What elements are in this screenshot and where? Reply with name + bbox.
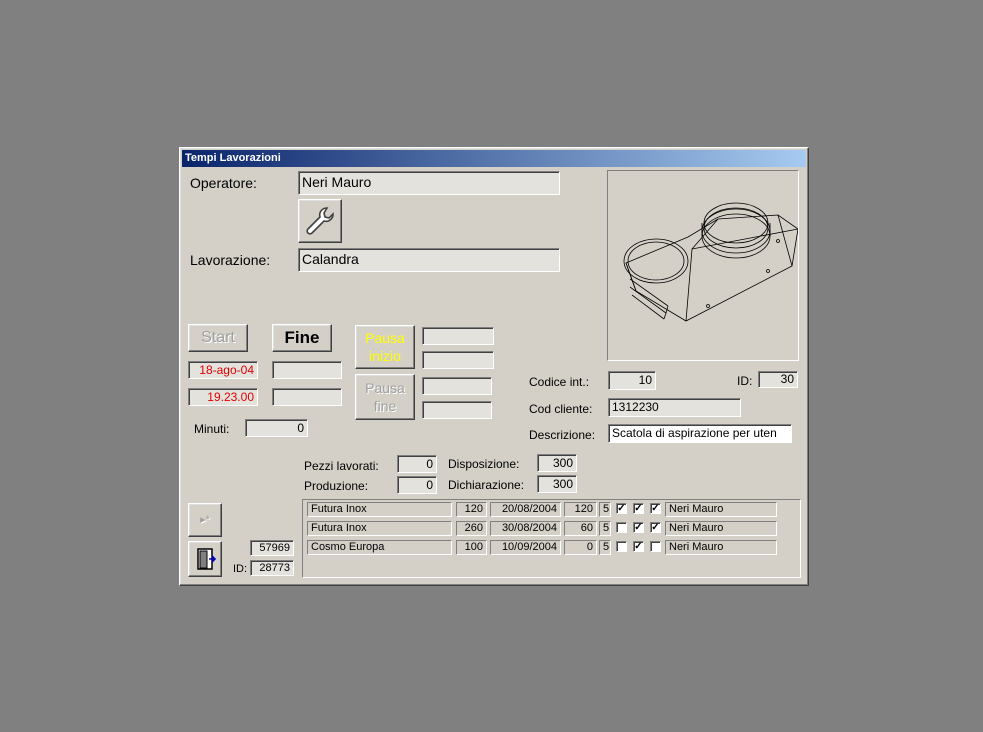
table-row: Futura Inox 260 30/08/2004 60 5 Neri Mauro ✓ ✓: [303, 521, 800, 538]
exit-button[interactable]: [188, 541, 222, 577]
select-lavorazione-button[interactable]: [298, 199, 342, 243]
cell-qty2[interactable]: 0: [564, 540, 597, 555]
product-drawing: [623, 202, 799, 322]
cell-data[interactable]: 20/08/2004: [490, 502, 561, 517]
pausa-fine-button[interactable]: Pausa fine: [355, 374, 415, 420]
table-row: Cosmo Europa 100 10/09/2004 0 5 Neri Mauro ✓: [303, 540, 800, 557]
codice-int-field[interactable]: 10: [608, 371, 656, 390]
cell-operatore[interactable]: Neri Mauro: [665, 521, 777, 536]
cell-n[interactable]: 5: [599, 521, 611, 536]
pausa-inizio-button[interactable]: Pausa inizio: [355, 325, 415, 369]
minuti-field[interactable]: 0: [245, 419, 308, 437]
wrench-icon: [306, 207, 334, 235]
product-id-field[interactable]: 30: [758, 371, 798, 388]
record-id-label: ID:: [233, 563, 248, 575]
cell-n[interactable]: 5: [599, 502, 611, 517]
start-date-field[interactable]: 18-ago-04: [188, 361, 258, 379]
tempi-lavorazioni-window: Tempi Lavorazioni Operatore: Neri Mauro …: [179, 147, 809, 586]
checkbox-c2[interactable]: ✓: [633, 522, 644, 533]
window-title: Tempi Lavorazioni: [182, 150, 806, 167]
new-record-icon: ▸*: [200, 514, 210, 526]
checkbox-c2[interactable]: ✓: [633, 503, 644, 514]
start-time-field[interactable]: 19.23.00: [188, 388, 258, 406]
cell-qty[interactable]: 260: [456, 521, 487, 536]
lavorazioni-subform: Futura Inox 120 20/08/2004 120 5 Neri Mauro ✓ ✓…: [302, 499, 801, 578]
exit-door-icon: [197, 548, 217, 570]
checkbox-c1[interactable]: ✓: [616, 503, 627, 514]
pausa-inizio-field-1[interactable]: [422, 327, 494, 345]
produzione-field[interactable]: 0: [397, 476, 437, 494]
cell-qty2[interactable]: 120: [564, 502, 597, 517]
checkbox-c2[interactable]: ✓: [633, 541, 644, 552]
cod-cliente-label: Cod cliente:: [529, 402, 593, 416]
pezzi-lavorati-field[interactable]: 0: [397, 455, 437, 473]
pausa-inizio-label-2: inizio: [369, 348, 401, 364]
produzione-label: Produzione:: [304, 479, 369, 493]
descrizione-field[interactable]: Scatola di aspirazione per uten: [608, 424, 792, 443]
codice-int-label: Codice int.:: [529, 375, 590, 389]
cell-qty[interactable]: 120: [456, 502, 487, 517]
pausa-fine-label-1: Pausa: [365, 380, 405, 396]
dichiarazione-field[interactable]: 300: [537, 475, 577, 493]
cell-cliente[interactable]: Cosmo Europa: [307, 540, 452, 555]
cell-cliente[interactable]: Futura Inox: [307, 521, 452, 536]
start-button[interactable]: Start: [188, 324, 248, 352]
disposizione-field[interactable]: 300: [537, 454, 577, 472]
lavorazione-label: Lavorazione:: [190, 252, 271, 268]
pezzi-lavorati-label: Pezzi lavorati:: [304, 459, 379, 473]
record-counter-field[interactable]: 57969: [250, 540, 294, 556]
fine-button[interactable]: Fine: [272, 324, 332, 352]
dichiarazione-label: Dichiarazione:: [448, 478, 525, 492]
pausa-fine-label-2: fine: [373, 398, 397, 414]
product-id-label: ID:: [737, 374, 753, 388]
cell-data[interactable]: 30/08/2004: [490, 521, 561, 536]
table-row: Futura Inox 120 20/08/2004 120 5 Neri Mauro ✓ ✓…: [303, 502, 800, 519]
cell-n[interactable]: 5: [599, 540, 611, 555]
operatore-label: Operatore:: [190, 175, 257, 191]
operatore-field[interactable]: Neri Mauro: [298, 171, 560, 195]
disposizione-label: Disposizione:: [448, 457, 520, 471]
end-date-field[interactable]: [272, 361, 342, 379]
cod-cliente-field[interactable]: 1312230: [608, 398, 741, 417]
product-drawing-frame: [607, 170, 799, 361]
cell-qty[interactable]: 100: [456, 540, 487, 555]
cell-data[interactable]: 10/09/2004: [490, 540, 561, 555]
lavorazione-field[interactable]: Calandra: [298, 248, 560, 272]
new-record-button[interactable]: ▸*: [188, 503, 222, 537]
cell-cliente[interactable]: Futura Inox: [307, 502, 452, 517]
cell-qty2[interactable]: 60: [564, 521, 597, 536]
descrizione-label: Descrizione:: [529, 428, 596, 442]
checkbox-c1[interactable]: [616, 522, 627, 533]
checkbox-c1[interactable]: [616, 541, 627, 552]
pausa-fine-field-2[interactable]: [422, 401, 492, 419]
pausa-inizio-field-2[interactable]: [422, 351, 494, 369]
checkbox-c3[interactable]: ✓: [650, 503, 661, 514]
cell-operatore[interactable]: Neri Mauro: [665, 540, 777, 555]
pausa-fine-field-1[interactable]: [422, 377, 492, 395]
cell-operatore[interactable]: Neri Mauro: [665, 502, 777, 517]
record-id-field[interactable]: 28773: [250, 560, 294, 576]
end-time-field[interactable]: [272, 388, 342, 406]
minuti-label: Minuti:: [194, 422, 230, 436]
checkbox-c3[interactable]: [650, 541, 661, 552]
checkbox-c3[interactable]: ✓: [650, 522, 661, 533]
pausa-inizio-label-1: Pausa: [365, 330, 405, 346]
